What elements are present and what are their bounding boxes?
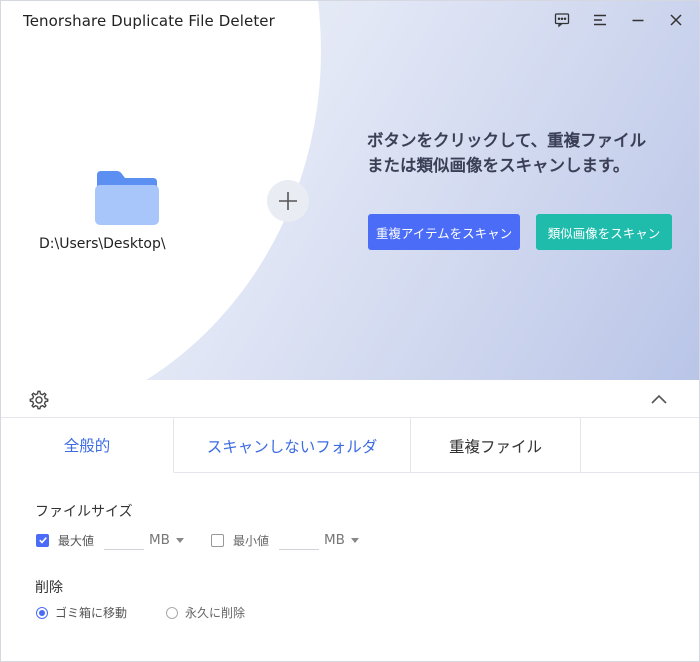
trash-radio[interactable] [36, 606, 48, 619]
gear-icon[interactable] [28, 389, 50, 411]
scan-similar-images-button[interactable]: 類似画像をスキャン [536, 214, 672, 250]
scan-duplicates-button[interactable]: 重複アイテムをスキャン [368, 214, 520, 250]
feedback-icon[interactable] [547, 9, 577, 31]
min-size-label: 最小値 [233, 533, 270, 548]
max-unit-select[interactable]: MB [149, 532, 184, 548]
max-size-row: 最大値 MB [36, 530, 184, 550]
max-size-label: 最大値 [58, 533, 95, 548]
close-icon[interactable] [661, 9, 691, 31]
add-folder-button[interactable] [267, 180, 309, 222]
folder-path-label: D:\Users\Desktop\ [39, 236, 166, 252]
max-size-input[interactable] [104, 530, 145, 550]
tab-duplicate-files[interactable]: 重複ファイル [411, 418, 581, 473]
file-size-label: ファイルサイズ [35, 504, 133, 520]
plus-icon [279, 192, 297, 210]
settings-bar [1, 380, 699, 418]
tab-general[interactable]: 全般的 [1, 418, 174, 473]
folder-icon[interactable] [93, 169, 161, 227]
min-size-input[interactable] [279, 530, 320, 550]
chevron-up-icon[interactable] [649, 392, 669, 406]
delete-option-trash[interactable]: ゴミ箱に移動 [36, 604, 127, 621]
trash-option-label: ゴミ箱に移動 [55, 606, 128, 620]
hero-panel: Tenorshare Duplicate File Deleter D:\Use… [1, 1, 699, 380]
tab-excluded-folders[interactable]: スキャンしないフォルダ [174, 418, 411, 473]
min-unit-select[interactable]: MB [324, 532, 359, 548]
permanent-radio[interactable] [166, 606, 178, 619]
max-size-checkbox[interactable] [36, 533, 49, 547]
permanent-option-label: 永久に削除 [185, 606, 246, 620]
delete-option-permanent[interactable]: 永久に削除 [166, 604, 245, 621]
check-icon [38, 537, 47, 544]
window-controls [547, 9, 691, 31]
min-size-checkbox[interactable] [211, 533, 224, 547]
menu-icon[interactable] [585, 9, 615, 31]
min-size-row: 最小値 MB [211, 530, 359, 550]
delete-label: 削除 [35, 580, 63, 596]
instruction-headline: ボタンをクリックして、重複ファイルまたは類似画像をスキャンします。 [367, 131, 647, 175]
app-window: Tenorshare Duplicate File Deleter D:\Use… [0, 0, 700, 662]
max-unit-label: MB [149, 532, 170, 548]
min-unit-label: MB [324, 532, 345, 548]
minimize-icon[interactable] [623, 9, 653, 31]
caret-down-icon [175, 537, 184, 543]
settings-tabs: 全般的 スキャンしないフォルダ 重複ファイル [1, 418, 699, 473]
caret-down-icon [350, 537, 359, 543]
window-title: Tenorshare Duplicate File Deleter [23, 12, 275, 30]
